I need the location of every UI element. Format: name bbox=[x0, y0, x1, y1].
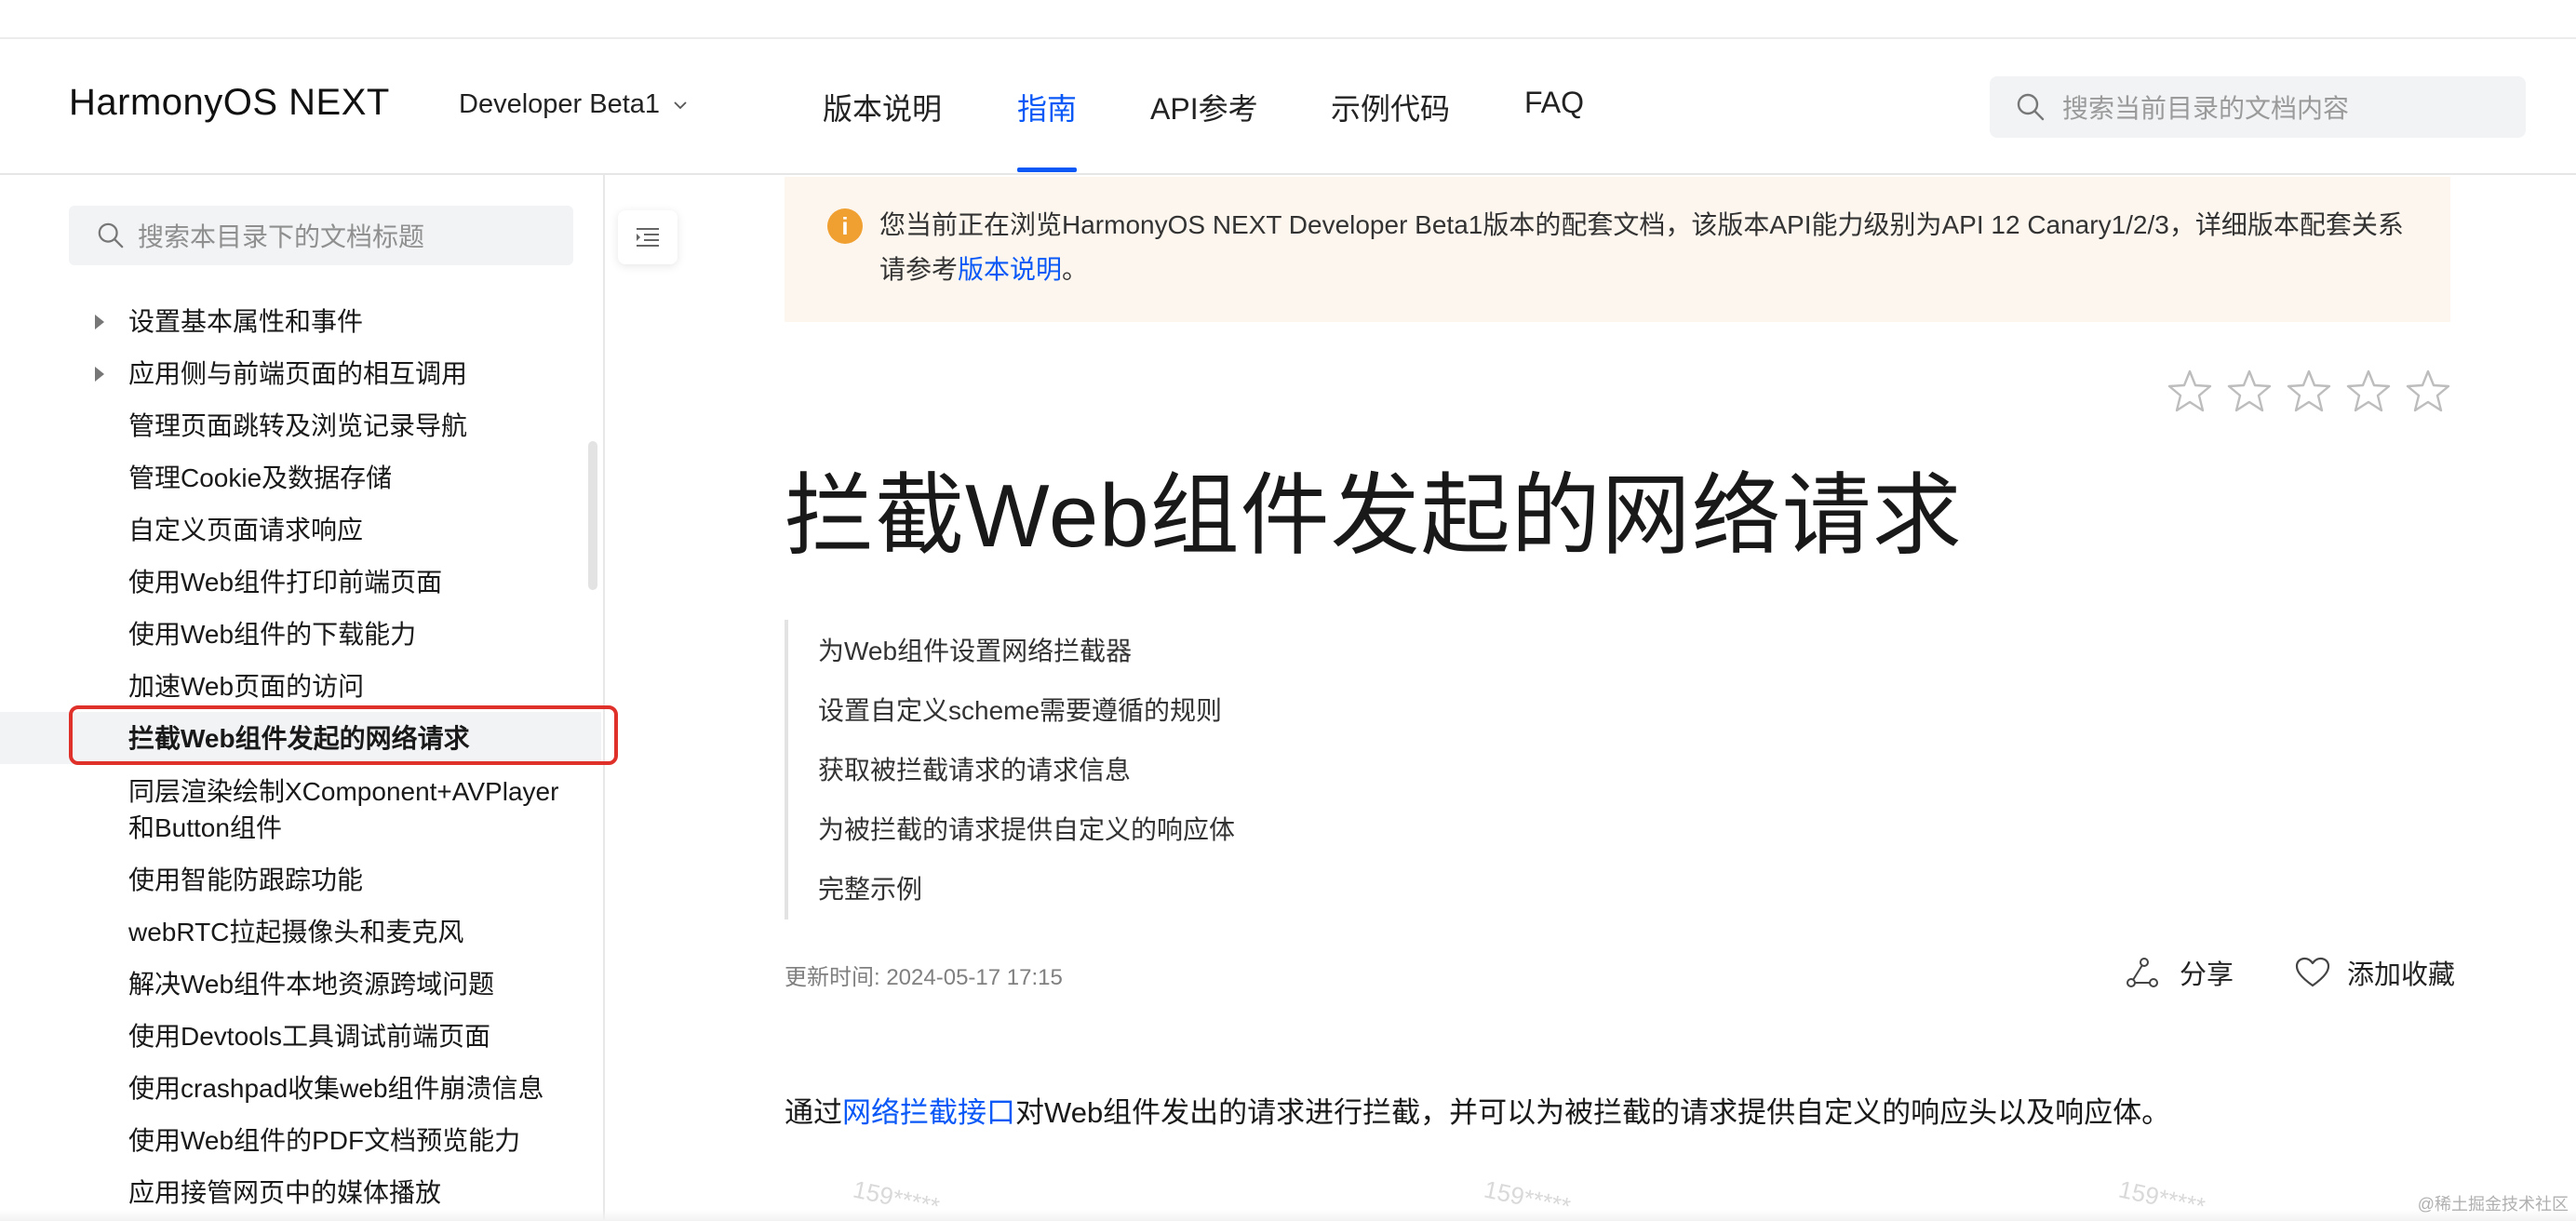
nav-faq[interactable]: FAQ bbox=[1524, 86, 1584, 120]
nav-release-notes[interactable]: 版本说明 bbox=[823, 86, 942, 128]
page-title: 拦截Web组件发起的网络请求 bbox=[785, 466, 1963, 566]
toc-item[interactable]: 为Web组件设置网络拦截器 bbox=[818, 631, 1132, 668]
favorite-label: 添加收藏 bbox=[2347, 960, 2456, 990]
chevron-down-icon bbox=[674, 101, 687, 109]
sidebar-item[interactable]: 使用crashpad收集web组件崩溃信息 bbox=[128, 1070, 544, 1107]
site-header: HarmonyOS NEXT Developer Beta1 版本说明 指南 A… bbox=[0, 39, 2576, 175]
star-icon[interactable] bbox=[2226, 369, 2273, 413]
nav-guide[interactable]: 指南 bbox=[1017, 86, 1077, 128]
notice-text: 您当前正在浏览HarmonyOS NEXT Developer Beta1版本的… bbox=[879, 203, 2424, 292]
release-notes-link[interactable]: 版本说明 bbox=[958, 255, 1062, 284]
sidebar-item[interactable]: 设置基本属性和事件 bbox=[128, 303, 363, 341]
sidebar-item[interactable]: 同层渲染绘制XComponent+AVPlayer bbox=[128, 773, 558, 811]
brand-logo-text[interactable]: HarmonyOS NEXT bbox=[69, 82, 390, 124]
updated-time: 更新时间: 2024-05-17 17:15 bbox=[785, 965, 1063, 990]
toc-toggle-button[interactable] bbox=[618, 210, 678, 264]
sidebar-item[interactable]: 应用侧与前端页面的相互调用 bbox=[128, 356, 467, 393]
sidebar-item[interactable]: 使用Devtools工具调试前端页面 bbox=[128, 1018, 490, 1055]
version-label: Developer Beta1 bbox=[459, 89, 661, 119]
share-label: 分享 bbox=[2180, 960, 2234, 990]
share-icon bbox=[2127, 958, 2158, 987]
sidebar-scrollbar[interactable] bbox=[588, 441, 597, 590]
toc-item[interactable]: 设置自定义scheme需要遵循的规则 bbox=[818, 691, 1222, 728]
sidebar-item[interactable]: 解决Web组件本地资源跨域问题 bbox=[128, 966, 494, 1003]
expand-arrow-icon[interactable] bbox=[95, 367, 104, 382]
toc-item[interactable]: 完整示例 bbox=[818, 869, 922, 906]
doc-search-input[interactable]: 搜索当前目录的文档内容 bbox=[1990, 76, 2526, 138]
star-icon[interactable] bbox=[2167, 369, 2213, 413]
sidebar-item[interactable]: 应用接管网页中的媒体播放 bbox=[128, 1174, 441, 1212]
search-icon bbox=[98, 222, 124, 248]
footer-watermark: @稀土掘金技术社区 bbox=[2417, 1195, 2569, 1214]
intro-text-after: 对Web组件发出的请求进行拦截，并可以为被拦截的请求提供自定义的响应头以及响应体… bbox=[1015, 1096, 2171, 1129]
sidebar-item-continued[interactable]: 和Button组件 bbox=[128, 810, 282, 847]
toc-item[interactable]: 获取被拦截请求的请求信息 bbox=[818, 750, 1131, 787]
notice-text-after: 。 bbox=[1062, 255, 1089, 284]
nav-api-reference[interactable]: API参考 bbox=[1150, 86, 1258, 128]
rating-stars[interactable] bbox=[2167, 369, 2451, 413]
notice-text-before: 您当前正在浏览HarmonyOS NEXT Developer Beta1版本的… bbox=[879, 210, 2404, 284]
toc-item[interactable]: 为被拦截的请求提供自定义的响应体 bbox=[818, 810, 1235, 847]
browser-top-strip bbox=[0, 0, 2576, 39]
sidebar-item[interactable]: 使用Web组件的下载能力 bbox=[128, 616, 416, 653]
network-intercept-api-link[interactable]: 网络拦截接口 bbox=[842, 1096, 1015, 1129]
add-favorite-button[interactable]: 添加收藏 bbox=[2295, 953, 2455, 992]
sidebar-item[interactable]: webRTC拉起摄像头和麦克风 bbox=[128, 914, 463, 951]
sidebar-item[interactable]: 加速Web页面的访问 bbox=[128, 668, 364, 705]
sidebar-item[interactable]: 使用Web组件打印前端页面 bbox=[128, 564, 442, 601]
bottom-edge-shadow bbox=[0, 1210, 2576, 1221]
version-selector[interactable]: Developer Beta1 bbox=[459, 89, 688, 120]
sidebar: 搜索本目录下的文档标题 设置基本属性和事件 应用侧与前端页面的相互调用 管理页面… bbox=[0, 175, 618, 1221]
sidebar-item[interactable]: 使用Web组件的PDF文档预览能力 bbox=[128, 1122, 520, 1160]
info-icon: i bbox=[827, 208, 863, 244]
star-icon[interactable] bbox=[2286, 369, 2332, 413]
search-icon bbox=[2017, 93, 2045, 121]
version-notice-banner: i 您当前正在浏览HarmonyOS NEXT Developer Beta1版… bbox=[785, 177, 2450, 322]
share-button[interactable]: 分享 bbox=[2126, 953, 2234, 992]
sidebar-item[interactable]: 自定义页面请求响应 bbox=[128, 512, 363, 549]
nav-active-indicator bbox=[1017, 168, 1077, 172]
sidebar-item[interactable]: 管理页面跳转及浏览记录导航 bbox=[128, 408, 467, 445]
expand-arrow-icon[interactable] bbox=[95, 315, 104, 329]
star-icon[interactable] bbox=[2405, 369, 2451, 413]
sidebar-item[interactable]: 管理Cookie及数据存储 bbox=[128, 460, 392, 497]
sidebar-item[interactable]: 使用智能防跟踪功能 bbox=[128, 862, 363, 899]
search-placeholder: 搜索当前目录的文档内容 bbox=[2062, 94, 2350, 123]
heart-icon bbox=[2295, 957, 2330, 987]
intro-text-before: 通过 bbox=[785, 1096, 842, 1129]
article-toc: 为Web组件设置网络拦截器 设置自定义scheme需要遵循的规则 获取被拦截请求… bbox=[785, 620, 1347, 919]
sidebar-search-placeholder: 搜索本目录下的文档标题 bbox=[138, 222, 425, 251]
outline-list-icon bbox=[637, 228, 659, 247]
annotation-highlight-box bbox=[69, 705, 618, 765]
star-icon[interactable] bbox=[2345, 369, 2392, 413]
nav-sample-code[interactable]: 示例代码 bbox=[1331, 86, 1450, 128]
intro-paragraph: 通过网络拦截接口对Web组件发出的请求进行拦截，并可以为被拦截的请求提供自定义的… bbox=[785, 1089, 2170, 1131]
sidebar-search-input[interactable]: 搜索本目录下的文档标题 bbox=[69, 206, 573, 265]
